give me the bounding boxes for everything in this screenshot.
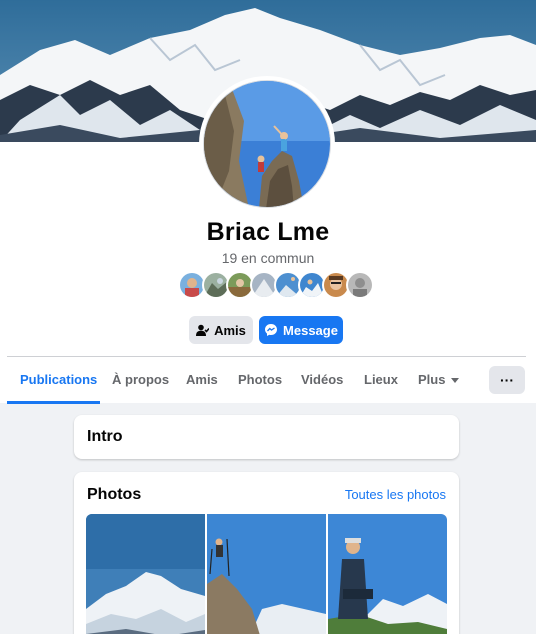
tab-publications[interactable]: Publications (20, 357, 97, 403)
messenger-icon (264, 323, 278, 337)
message-button[interactable]: Message (259, 316, 343, 344)
tab-a-propos[interactable]: À propos (112, 357, 169, 403)
photos-title: Photos (87, 486, 142, 503)
friends-button-label: Amis (214, 322, 246, 338)
profile-tabs: Publications À propos Amis Photos Vidéos… (7, 356, 526, 404)
photo-thumbnail[interactable] (207, 514, 326, 634)
intro-card: Intro (74, 415, 459, 459)
intro-title: Intro (87, 428, 123, 445)
profile-picture-frame[interactable] (199, 76, 335, 212)
more-dots-icon: ··· (500, 372, 514, 388)
tab-plus-label: Plus (418, 372, 446, 387)
more-options-button[interactable]: ··· (489, 366, 525, 394)
photos-card: Photos Toutes les photos (74, 472, 459, 634)
friends-button[interactable]: Amis (189, 316, 253, 344)
tab-plus[interactable]: Plus (418, 357, 460, 403)
photo-thumbnail[interactable] (86, 514, 205, 634)
tab-lieux[interactable]: Lieux (364, 357, 398, 403)
friend-avatar[interactable] (346, 271, 374, 299)
caret-down-icon (451, 378, 460, 384)
profile-picture[interactable] (203, 80, 331, 208)
user-check-icon (196, 324, 210, 337)
tab-amis[interactable]: Amis (186, 357, 218, 403)
mutual-friends-count[interactable]: 19 en commun (0, 250, 536, 266)
tab-videos[interactable]: Vidéos (301, 357, 343, 403)
tab-photos[interactable]: Photos (238, 357, 282, 403)
active-tab-indicator (7, 401, 100, 404)
photo-thumbnail[interactable] (328, 514, 447, 634)
mutual-friends-avatars[interactable] (178, 271, 374, 299)
message-button-label: Message (283, 322, 338, 338)
see-all-photos-link[interactable]: Toutes les photos (345, 487, 446, 502)
profile-name: Briac Lme (206, 218, 330, 246)
